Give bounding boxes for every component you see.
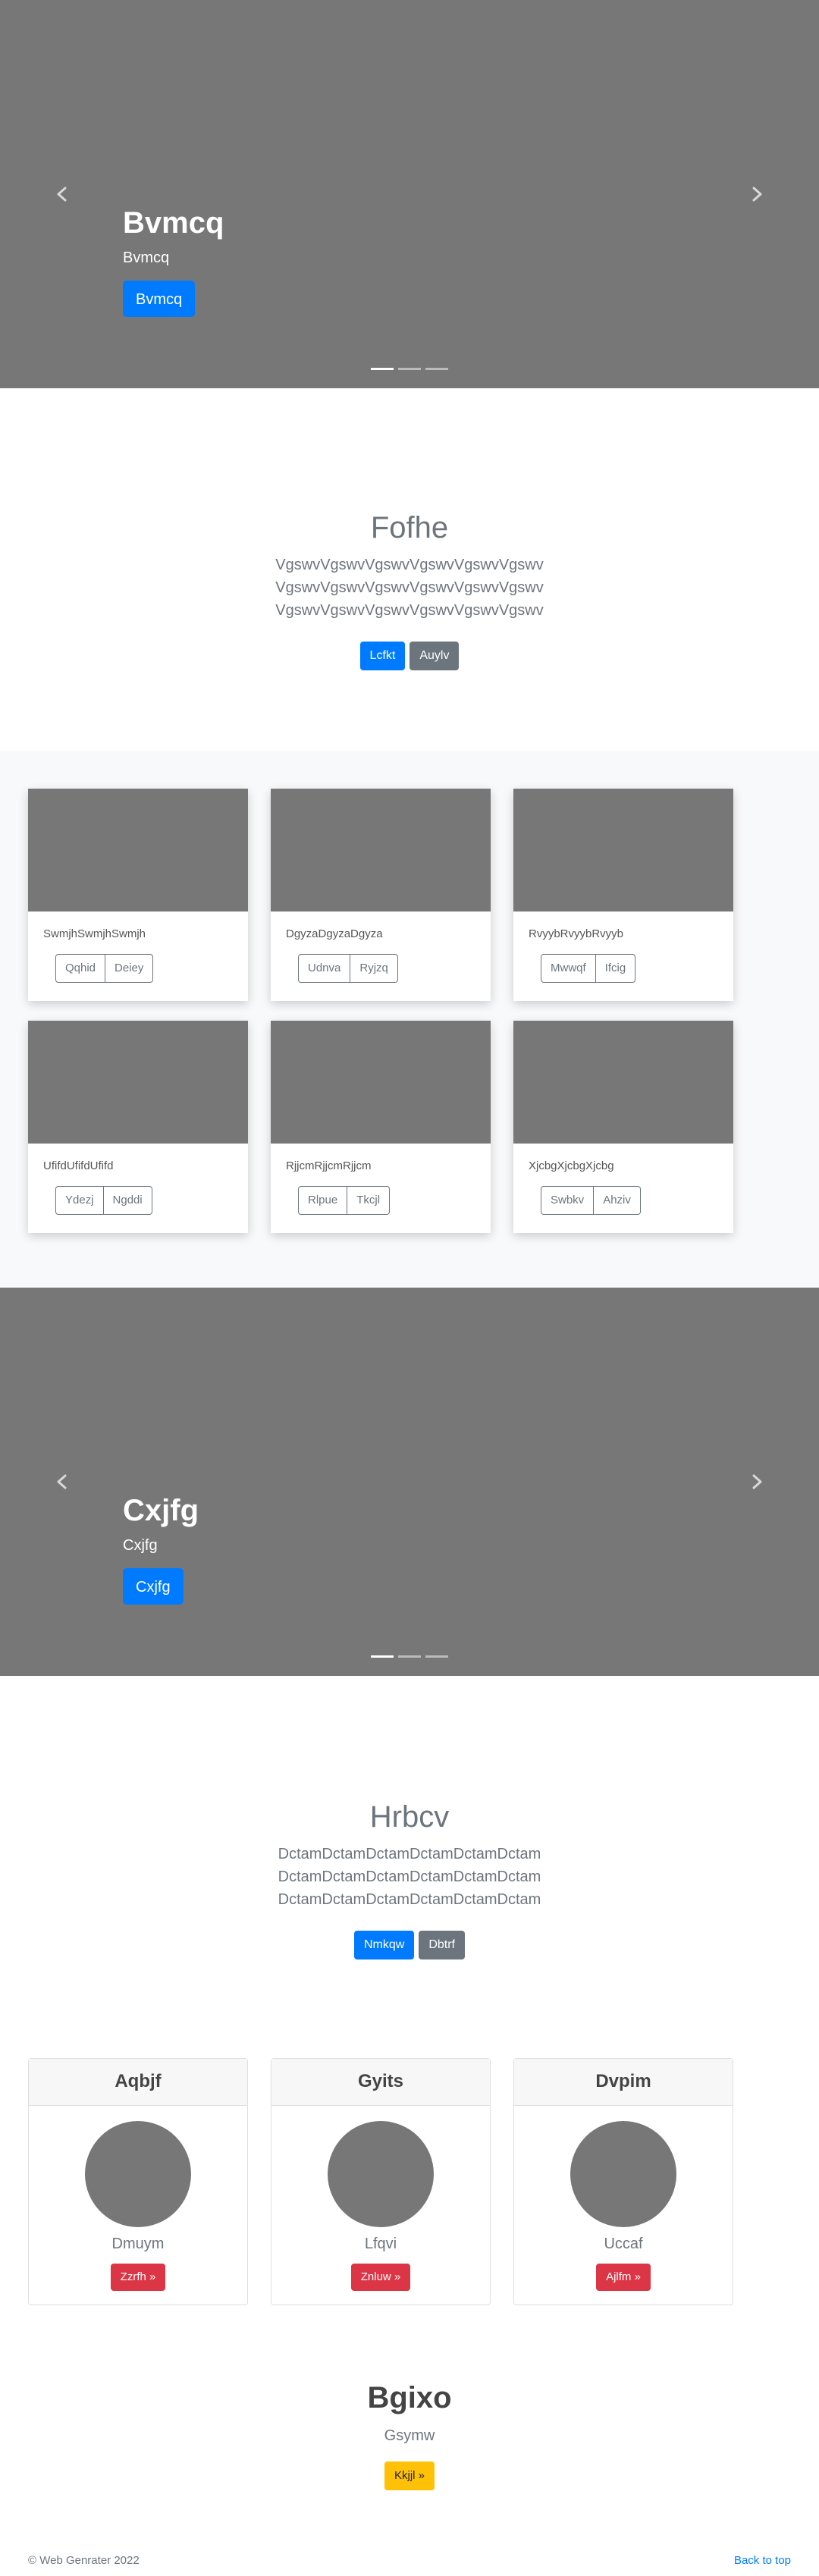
album-card-button[interactable]: Swbkv xyxy=(541,1186,595,1215)
cta-subtitle: Gsymw xyxy=(384,2427,435,2444)
carousel-next-icon[interactable] xyxy=(743,1468,770,1495)
footer: © Web Genrater 2022 Back to top xyxy=(28,2554,791,2567)
carousel-prev-icon[interactable] xyxy=(49,180,76,208)
intro-lead-line: DctamDctamDctamDctamDctamDctam xyxy=(278,1846,541,1862)
profile-card: Gyits Lfqvi Znluw » xyxy=(271,2058,491,2305)
album-button-group: Ydezj Ngddi xyxy=(55,1186,152,1215)
profile-action-button[interactable]: Znluw » xyxy=(350,2264,411,2291)
intro-title: Fofhe xyxy=(370,511,449,544)
album-card-button[interactable]: Deiey xyxy=(105,954,154,983)
carousel-indicators xyxy=(0,368,819,370)
album-thumbnail xyxy=(513,1021,733,1144)
intro-section: Fofhe VgswvVgswvVgswvVgswvVgswvVgswv Vgs… xyxy=(0,388,819,751)
album-thumbnail xyxy=(271,1021,491,1144)
intro-primary-button[interactable]: Nmkqw xyxy=(353,1931,415,1959)
profile-card-header: Aqbjf xyxy=(29,2059,247,2106)
cta-button[interactable]: Kkjjl » xyxy=(384,2461,435,2490)
album-thumbnail xyxy=(271,789,491,911)
intro-lead-line: DctamDctamDctamDctamDctamDctam xyxy=(278,1891,541,1908)
profile-action-button[interactable]: Zzrfh » xyxy=(110,2264,166,2291)
album-card-button[interactable]: Ryjzq xyxy=(350,954,398,983)
intro-lead-line: VgswvVgswvVgswvVgswvVgswvVgswv xyxy=(275,557,544,573)
album-card-button[interactable]: Ydezj xyxy=(55,1186,104,1215)
album-card-text: SwmjhSwmjhSwmjh xyxy=(43,927,146,940)
album-button-group: Swbkv Ahziv xyxy=(541,1186,641,1215)
album-card-button[interactable]: Ahziv xyxy=(594,1186,641,1215)
album-card: XjcbgXjcbgXjcbg Swbkv Ahziv xyxy=(513,1021,733,1233)
carousel-title: Bvmcq xyxy=(123,206,224,240)
album-thumbnail xyxy=(513,789,733,911)
carousel-caption: Bvmcq Bvmcq Bvmcq xyxy=(123,205,224,317)
profile-action-button[interactable]: Ajlfm » xyxy=(596,2264,651,2291)
album-card-button[interactable]: Mwwqf xyxy=(541,954,596,983)
album-card-button[interactable]: Ifcig xyxy=(595,954,636,983)
profile-cards-section: Aqbjf Dmuym Zzrfh » Gyits Lfqvi Znluw » … xyxy=(28,2058,791,2305)
carousel-indicator[interactable] xyxy=(425,1655,448,1658)
avatar xyxy=(328,2121,434,2227)
intro-lead-line: DctamDctamDctamDctamDctamDctam xyxy=(278,1868,541,1885)
album-button-group: Mwwqf Ifcig xyxy=(541,954,636,983)
carousel-indicator[interactable] xyxy=(425,368,448,370)
album-button-group: Qqhid Deiey xyxy=(55,954,154,983)
carousel-subtitle: Bvmcq xyxy=(123,249,170,266)
carousel-indicator[interactable] xyxy=(398,1655,421,1658)
album-card-button[interactable]: Qqhid xyxy=(55,954,106,983)
album-card-text: XjcbgXjcbgXjcbg xyxy=(529,1159,614,1172)
album-card-text: RvyybRvyybRvyyb xyxy=(529,927,624,940)
album-card-button[interactable]: Rlpue xyxy=(298,1186,348,1215)
intro-title: Hrbcv xyxy=(369,1800,450,1834)
intro-lead: VgswvVgswvVgswvVgswvVgswvVgswv VgswvVgsw… xyxy=(0,554,819,622)
intro-lead: DctamDctamDctamDctamDctamDctam DctamDcta… xyxy=(0,1843,819,1911)
intro-primary-button[interactable]: Lcfkt xyxy=(359,642,406,670)
avatar xyxy=(85,2121,191,2227)
album-card: RvyybRvyybRvyyb Mwwqf Ifcig xyxy=(513,789,733,1001)
album-section: SwmjhSwmjhSwmjh Qqhid Deiey DgyzaDgyzaDg… xyxy=(0,751,819,1288)
album-card: RjjcmRjjcmRjjcm Rlpue Tkcjl xyxy=(271,1021,491,1233)
album-card-text: RjjcmRjjcmRjjcm xyxy=(286,1159,372,1172)
album-card: DgyzaDgyzaDgyza Udnva Ryjzq xyxy=(271,789,491,1001)
carousel-prev-icon[interactable] xyxy=(49,1468,76,1495)
hero-carousel: Bvmcq Bvmcq Bvmcq xyxy=(0,0,819,388)
album-card: SwmjhSwmjhSwmjh Qqhid Deiey xyxy=(28,789,248,1001)
profile-card: Aqbjf Dmuym Zzrfh » xyxy=(28,2058,248,2305)
carousel-cta-button[interactable]: Bvmcq xyxy=(123,281,196,317)
cta-section: Bgixo Gsymw Kkjjl » xyxy=(0,2305,819,2554)
album-card-button[interactable]: Udnva xyxy=(298,954,351,983)
profile-name: Dmuym xyxy=(111,2236,165,2252)
carousel-subtitle: Cxjfg xyxy=(123,1537,158,1554)
album-button-group: Rlpue Tkcjl xyxy=(298,1186,391,1215)
album-thumbnail xyxy=(28,789,248,911)
profile-name: Lfqvi xyxy=(364,2236,397,2252)
album-card-text: UfifdUfifdUfifd xyxy=(43,1159,114,1172)
cta-title: Bgixo xyxy=(367,2381,452,2414)
album-card-text: DgyzaDgyzaDgyza xyxy=(286,927,383,940)
intro-lead-line: VgswvVgswvVgswvVgswvVgswvVgswv xyxy=(275,579,544,596)
album-card-button[interactable]: Tkcjl xyxy=(347,1186,391,1215)
album-card-button[interactable]: Ngddi xyxy=(103,1186,152,1215)
avatar xyxy=(570,2121,676,2227)
carousel-next-icon[interactable] xyxy=(743,180,770,208)
album-button-group: Udnva Ryjzq xyxy=(298,954,398,983)
profile-card-header: Dvpim xyxy=(514,2059,733,2106)
carousel-title: Cxjfg xyxy=(123,1494,199,1527)
carousel-caption: Cxjfg Cxjfg Cxjfg xyxy=(123,1492,199,1605)
carousel-indicator[interactable] xyxy=(398,368,421,370)
intro-secondary-button[interactable]: Dbtrf xyxy=(419,1931,465,1959)
album-thumbnail xyxy=(28,1021,248,1144)
footer-copyright: © Web Genrater 2022 xyxy=(28,2554,140,2567)
carousel-indicator[interactable] xyxy=(371,368,394,370)
intro-section: Hrbcv DctamDctamDctamDctamDctamDctam Dct… xyxy=(0,1676,819,2058)
second-carousel: Cxjfg Cxjfg Cxjfg xyxy=(0,1288,819,1676)
album-card: UfifdUfifdUfifd Ydezj Ngddi xyxy=(28,1021,248,1233)
profile-name: Uccaf xyxy=(604,2236,643,2252)
intro-secondary-button[interactable]: Auylv xyxy=(410,642,460,670)
profile-card-header: Gyits xyxy=(271,2059,490,2106)
carousel-indicators xyxy=(0,1655,819,1658)
profile-card: Dvpim Uccaf Ajlfm » xyxy=(513,2058,733,2305)
intro-lead-line: VgswvVgswvVgswvVgswvVgswvVgswv xyxy=(275,602,544,619)
carousel-indicator[interactable] xyxy=(371,1655,394,1658)
back-to-top-link[interactable]: Back to top xyxy=(734,2554,791,2567)
carousel-cta-button[interactable]: Cxjfg xyxy=(123,1568,184,1605)
